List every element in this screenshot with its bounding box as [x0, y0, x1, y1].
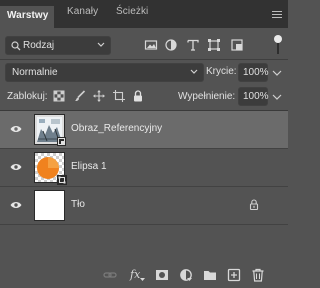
photo-thumbnail	[34, 114, 66, 146]
opacity-label: Krycie:	[206, 66, 237, 77]
fill-label: Wypełnienie:	[178, 91, 236, 102]
shape-filter-icon[interactable]	[207, 38, 221, 52]
search-icon	[11, 41, 21, 51]
adjustment-dropdown-icon	[187, 278, 192, 281]
layer-name: Elipsa 1	[71, 161, 107, 172]
new-layer-icon[interactable]	[227, 268, 241, 282]
panel-menu-icon[interactable]	[272, 11, 282, 18]
layer-row-elipsa-1[interactable]: Elipsa 1	[0, 149, 288, 186]
lock-label: Zablokuj:	[7, 91, 48, 102]
lock-transparent-pixels-icon[interactable]	[53, 90, 65, 102]
divider	[0, 59, 288, 60]
ellipse-thumbnail	[34, 152, 67, 185]
smart-object-badge-icon	[57, 137, 66, 146]
toggle-track	[277, 43, 279, 54]
white-thumbnail	[34, 190, 65, 221]
layer-filter-dropdown[interactable]: Rodzaj	[5, 36, 111, 55]
panel-tab-bar: Warstwy Kanały Ścieżki	[0, 0, 288, 28]
fill-value: 100%	[243, 91, 269, 102]
eye-icon[interactable]	[10, 125, 22, 133]
fill-input[interactable]: 100%	[238, 87, 269, 106]
lock-all-icon[interactable]	[132, 90, 144, 102]
tab-paths[interactable]: Ścieżki	[116, 6, 148, 17]
layer-row-obraz-referencyjny[interactable]: Obraz_Referencyjny	[0, 111, 288, 148]
blend-mode-dropdown[interactable]: Normalnie	[5, 63, 204, 82]
new-group-icon[interactable]	[203, 268, 217, 282]
shape-badge-icon	[57, 175, 67, 185]
fx-dropdown-icon	[140, 278, 145, 281]
link-layers-icon[interactable]	[103, 268, 117, 282]
delete-layer-icon[interactable]	[251, 268, 265, 282]
lock-artboard-icon[interactable]	[113, 90, 125, 102]
toggle-knob	[274, 35, 282, 43]
filter-toggle[interactable]	[274, 35, 282, 56]
eye-icon[interactable]	[10, 201, 22, 209]
fx-icon[interactable]: fx	[130, 268, 140, 281]
divider	[0, 224, 288, 225]
chevron-down-icon	[97, 42, 105, 47]
eye-icon[interactable]	[10, 163, 22, 171]
filter-kind-label: Rodzaj	[23, 40, 55, 51]
smart-object-filter-icon[interactable]	[230, 38, 244, 52]
fill-chevron-icon[interactable]	[270, 87, 284, 106]
layer-name: Tło	[71, 199, 85, 210]
lock-position-icon[interactable]	[93, 90, 105, 102]
lock-image-pixels-icon[interactable]	[74, 90, 86, 102]
add-mask-icon[interactable]	[155, 268, 169, 282]
opacity-chevron-icon[interactable]	[270, 63, 284, 82]
adjustment-filter-icon[interactable]	[164, 38, 178, 52]
type-filter-icon[interactable]	[186, 38, 200, 52]
layer-row-tlo[interactable]: Tło	[0, 187, 288, 224]
layer-name: Obraz_Referencyjny	[71, 123, 163, 134]
opacity-value: 100%	[243, 67, 269, 78]
opacity-input[interactable]: 100%	[238, 63, 269, 82]
chevron-down-icon	[190, 69, 198, 74]
tab-channels[interactable]: Kanały	[67, 6, 98, 17]
image-filter-icon[interactable]	[144, 38, 158, 52]
tab-layers[interactable]: Warstwy	[0, 6, 54, 28]
blend-mode-label: Normalnie	[12, 67, 58, 78]
lock-icon[interactable]	[249, 199, 259, 210]
